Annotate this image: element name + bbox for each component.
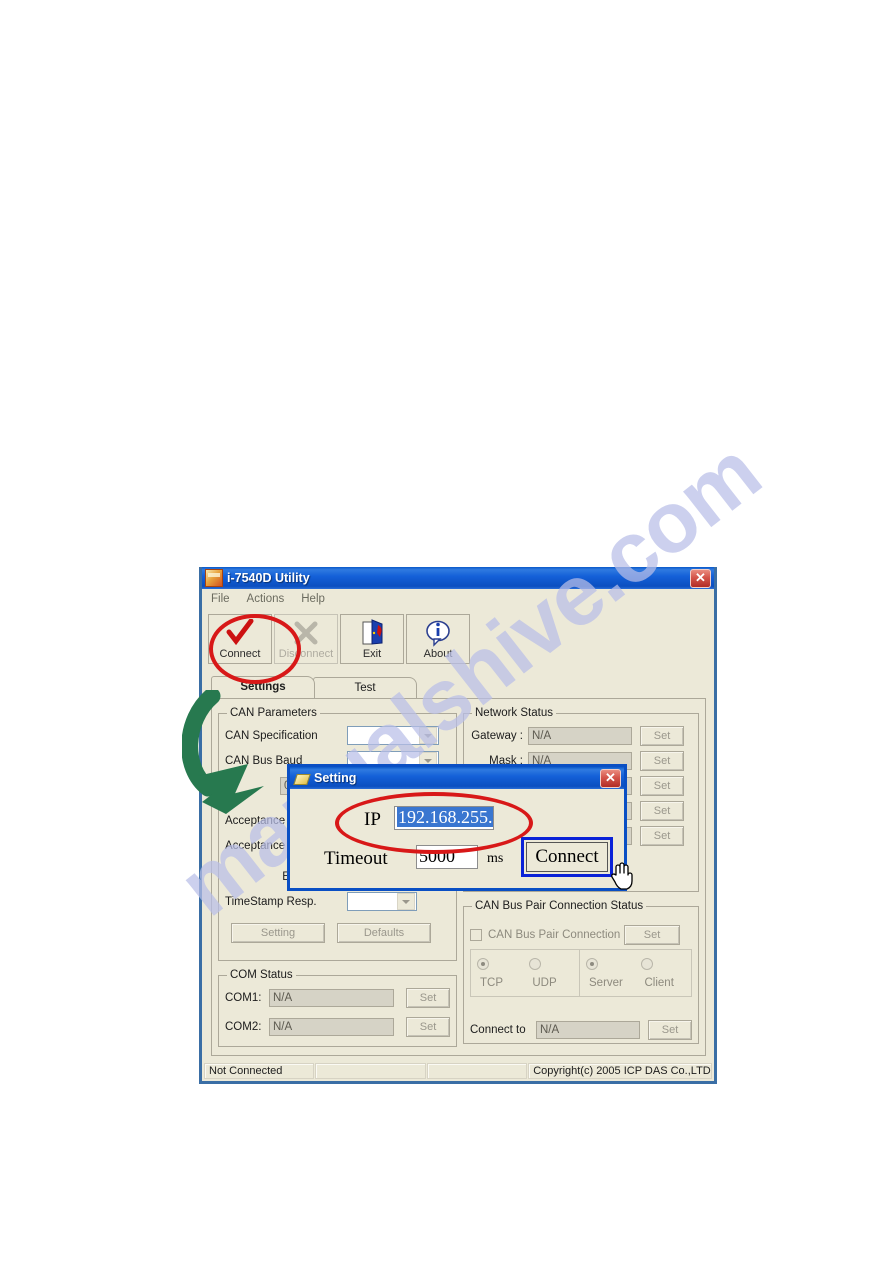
ip-label: IP bbox=[364, 809, 381, 830]
tab-settings[interactable]: Settings bbox=[211, 676, 315, 698]
com2-row: COM2: N/A Set bbox=[225, 1016, 450, 1037]
network-status-legend: Network Status bbox=[475, 707, 553, 719]
setting-dialog-titlebar: Setting ✕ bbox=[290, 767, 624, 789]
com1-set-button[interactable]: Set bbox=[406, 987, 450, 1008]
chevron-down-icon bbox=[397, 893, 415, 910]
tabstrip: Settings Test bbox=[211, 676, 714, 698]
can-specification-label: CAN Specification bbox=[225, 729, 318, 742]
com1-row: COM1: N/A Set bbox=[225, 987, 450, 1008]
setting-dialog-title: Setting bbox=[314, 771, 357, 785]
timeout-field[interactable]: 5000 bbox=[416, 845, 478, 869]
can-specification-combo[interactable] bbox=[347, 726, 439, 745]
menu-item-actions[interactable]: Actions bbox=[247, 593, 285, 605]
client-label: Client bbox=[644, 977, 674, 989]
can-bus-pair-set-button[interactable]: Set bbox=[624, 924, 680, 945]
connect-to-set-button[interactable]: Set bbox=[648, 1019, 692, 1040]
connect-button-label: Connect bbox=[219, 648, 261, 660]
com2-value: N/A bbox=[269, 1017, 394, 1036]
can-parameters-legend: CAN Parameters bbox=[230, 707, 317, 719]
role-panel: Server Client bbox=[580, 949, 692, 997]
can-bus-pair-legend: CAN Bus Pair Connection Status bbox=[475, 900, 644, 912]
gateway-value: N/A bbox=[528, 726, 632, 745]
protocol-role-panels: TCP UDP Server Client bbox=[470, 949, 692, 997]
menu-item-file[interactable]: File bbox=[211, 593, 230, 605]
tcp-radio-option[interactable]: TCP bbox=[477, 955, 519, 991]
udp-radio[interactable] bbox=[529, 957, 542, 970]
network-row-4-set-button[interactable]: Set bbox=[640, 800, 684, 821]
window-title: i-7540D Utility bbox=[227, 571, 310, 585]
status-connection: Not Connected bbox=[204, 1063, 315, 1079]
chevron-down-icon bbox=[419, 727, 437, 744]
status-cell-3 bbox=[426, 1063, 528, 1079]
timestamp-resp-combo[interactable] bbox=[347, 892, 417, 911]
info-balloon-icon bbox=[424, 618, 452, 648]
window-titlebar: i-7540D Utility ✕ bbox=[202, 567, 714, 589]
about-button-label: About bbox=[423, 648, 453, 660]
grey-x-icon bbox=[292, 618, 320, 648]
ip-field-value: 192.168.255.1 bbox=[397, 807, 493, 827]
network-row-3-set-button[interactable]: Set bbox=[640, 775, 684, 796]
menubar: File Actions Help bbox=[202, 589, 714, 609]
com-status-group: COM Status COM1: N/A Set COM2: N/A Set bbox=[218, 969, 457, 1047]
defaults-button[interactable]: Defaults bbox=[337, 922, 431, 943]
toolbar: Connect Disconnect Exit About bbox=[202, 609, 714, 672]
network-row-5-set-button[interactable]: Set bbox=[640, 825, 684, 846]
connect-to-row: Connect to N/A Set bbox=[470, 1019, 692, 1040]
can-bus-pair-group: CAN Bus Pair Connection Status CAN Bus P… bbox=[463, 900, 699, 1044]
protocol-panel: TCP UDP bbox=[470, 949, 580, 997]
status-cell-2 bbox=[315, 1063, 426, 1079]
exit-button-label: Exit bbox=[362, 648, 382, 660]
timeout-unit-label: ms bbox=[487, 851, 504, 866]
udp-label: UDP bbox=[532, 977, 557, 989]
about-button[interactable]: About bbox=[406, 614, 470, 664]
client-radio[interactable] bbox=[641, 957, 654, 970]
status-copyright: Copyright(c) 2005 ICP DAS Co.,LTD. bbox=[528, 1063, 712, 1079]
dialog-connect-button[interactable]: Connect bbox=[521, 837, 613, 877]
server-radio-option[interactable]: Server bbox=[586, 955, 633, 991]
tcp-label: TCP bbox=[480, 977, 503, 989]
timestamp-resp-row: TimeStamp Resp. bbox=[225, 891, 450, 912]
menu-item-help[interactable]: Help bbox=[301, 593, 325, 605]
statusbar: Not Connected Copyright(c) 2005 ICP DAS … bbox=[202, 1062, 714, 1081]
setting-dialog-close-icon[interactable]: ✕ bbox=[600, 768, 621, 788]
door-exit-icon bbox=[358, 618, 386, 648]
gateway-row: Gateway : N/A Set bbox=[470, 725, 692, 746]
connect-to-value: N/A bbox=[536, 1020, 640, 1039]
icpdas-logo-icon bbox=[205, 569, 223, 587]
client-radio-option[interactable]: Client bbox=[641, 955, 685, 991]
can-parameters-buttons: Setting Defaults bbox=[225, 922, 450, 943]
disconnect-button-label: Disconnect bbox=[278, 648, 334, 660]
server-label: Server bbox=[589, 977, 623, 989]
tcp-radio[interactable] bbox=[477, 957, 489, 970]
close-icon[interactable]: ✕ bbox=[690, 568, 711, 588]
com2-set-button[interactable]: Set bbox=[406, 1016, 450, 1037]
com1-value: N/A bbox=[269, 988, 394, 1007]
gateway-label: Gateway : bbox=[471, 729, 523, 742]
com1-label: COM1: bbox=[225, 991, 262, 1004]
udp-radio-option[interactable]: UDP bbox=[529, 955, 573, 991]
exit-button[interactable]: Exit bbox=[340, 614, 404, 664]
setting-dialog: Setting ✕ IP 192.168.255.1 Timeout 5000 … bbox=[287, 764, 627, 891]
timeout-label: Timeout bbox=[324, 848, 388, 869]
com-status-legend: COM Status bbox=[230, 969, 293, 981]
can-bus-pair-checkbox-label: CAN Bus Pair Connection bbox=[488, 928, 621, 941]
can-specification-row: CAN Specification bbox=[225, 725, 450, 746]
ip-field[interactable]: 192.168.255.1 bbox=[394, 806, 494, 830]
server-radio[interactable] bbox=[586, 957, 598, 970]
mask-set-button[interactable]: Set bbox=[640, 750, 684, 771]
diamond-icon bbox=[294, 771, 309, 786]
can-bus-pair-checkbox-row: CAN Bus Pair Connection Set bbox=[470, 924, 692, 945]
connect-to-label: Connect to bbox=[470, 1023, 526, 1036]
setting-button[interactable]: Setting bbox=[231, 922, 325, 943]
disconnect-button[interactable]: Disconnect bbox=[274, 614, 338, 664]
tab-test[interactable]: Test bbox=[313, 677, 417, 698]
can-bus-pair-checkbox[interactable] bbox=[470, 928, 482, 941]
connect-button[interactable]: Connect bbox=[208, 614, 272, 664]
timestamp-resp-label: TimeStamp Resp. bbox=[225, 895, 317, 908]
red-checkmark-icon bbox=[225, 618, 255, 648]
setting-dialog-body: IP 192.168.255.1 Timeout 5000 ms Connect bbox=[290, 789, 624, 890]
gateway-set-button[interactable]: Set bbox=[640, 725, 684, 746]
com2-label: COM2: bbox=[225, 1020, 262, 1033]
